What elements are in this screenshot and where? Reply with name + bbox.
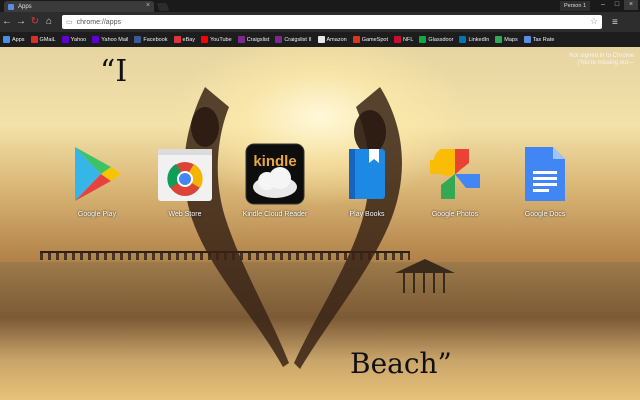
quote-text-top: “I	[100, 54, 128, 89]
bookmark-item[interactable]: Glassdoor	[419, 36, 453, 43]
bookmark-item[interactable]: Apps	[3, 36, 25, 43]
bookmark-label: Craigslist	[246, 36, 270, 43]
bookmark-item[interactable]: eBay	[173, 36, 196, 43]
bookmark-favicon-icon	[61, 36, 69, 43]
bookmark-label: GameSpot	[361, 36, 388, 43]
bookmark-favicon-icon	[495, 36, 503, 43]
tab-close-icon[interactable]: ×	[146, 2, 150, 10]
reload-button[interactable]: ↻	[28, 15, 42, 29]
bookmark-item[interactable]: Tax Rate	[523, 36, 555, 43]
home-button[interactable]: ⌂	[42, 15, 56, 29]
bookmark-favicon-icon	[3, 36, 10, 43]
bookmark-favicon-icon	[30, 36, 38, 43]
profile-button[interactable]: Person 1	[560, 1, 590, 11]
page-icon: ▭	[66, 19, 73, 26]
bookmark-label: YouTube	[210, 36, 232, 43]
google-play-icon	[67, 143, 127, 205]
signin-notice[interactable]: Not signed in to Chrome (You're missing …	[569, 53, 634, 67]
new-tab-button[interactable]	[156, 3, 170, 11]
play-books-icon	[337, 143, 397, 205]
bookmark-item[interactable]: GameSpot	[352, 36, 388, 43]
bookmark-label: Craigslist II	[284, 36, 312, 43]
bookmark-label: Facebook	[143, 36, 168, 43]
signin-line-1: Not signed in to Chrome	[569, 53, 634, 59]
apps-page: “I Beach” Not signed in to Chrome (You'r…	[0, 47, 640, 400]
app-label: Kindle Cloud Reader	[242, 211, 308, 218]
bookmark-favicon-icon	[523, 36, 531, 43]
bookmark-item[interactable]: LinkedIn	[459, 36, 489, 43]
title-bar: Apps × Person 1 – □ ×	[0, 0, 640, 12]
app-label: Web Store	[168, 211, 202, 218]
minimize-button[interactable]: –	[596, 0, 610, 10]
bookmark-favicon-icon	[459, 36, 467, 43]
bookmark-label: Yahoo Mail	[101, 36, 129, 43]
back-button[interactable]: ←	[0, 15, 14, 29]
bookmark-favicon-icon	[352, 36, 360, 43]
bookmark-item[interactable]: Craigslist II	[275, 36, 312, 43]
bookmark-favicon-icon	[275, 36, 283, 43]
app-play-books[interactable]: Play Books	[322, 143, 412, 233]
bookmark-label: Glassdoor	[428, 36, 454, 43]
app-google-play[interactable]: Google Play	[52, 143, 142, 233]
bookmark-item[interactable]: Yahoo Mail	[92, 36, 128, 43]
app-google-docs[interactable]: Google Docs	[500, 143, 590, 233]
bookmark-item[interactable]: NFL	[394, 36, 413, 43]
bookmark-item[interactable]: Yahoo	[61, 36, 87, 43]
app-web-store[interactable]: Web Store	[140, 143, 230, 233]
bookmark-label: Apps	[12, 36, 25, 43]
bookmark-item[interactable]: YouTube	[201, 36, 232, 43]
bookmark-item[interactable]: Craigslist	[237, 36, 270, 43]
bookmark-label: NFL	[403, 36, 414, 43]
bookmark-item[interactable]: Maps	[495, 36, 518, 43]
chrome-menu-button[interactable]: ≡	[612, 17, 618, 28]
bookmark-label: Yahoo	[70, 36, 87, 43]
bookmark-item[interactable]: Facebook	[134, 36, 168, 43]
bookmark-favicon-icon	[201, 36, 209, 43]
tab-title: Apps	[18, 3, 32, 10]
chrome-web-store-icon	[155, 143, 215, 205]
bookmark-label: Tax Rate	[532, 36, 555, 43]
toolbar: ← → ↻ ⌂ ▭ chrome://apps ☆ ≡	[0, 12, 640, 32]
app-google-photos[interactable]: Google Photos	[410, 143, 500, 233]
bookmark-item[interactable]: GMaiL	[30, 36, 56, 43]
bookmark-star-icon[interactable]: ☆	[590, 16, 598, 27]
bookmark-label: Amazon	[326, 36, 347, 43]
address-bar[interactable]: ▭ chrome://apps ☆	[62, 15, 602, 29]
app-label: Google Photos	[431, 211, 479, 218]
bookmark-label: Maps	[504, 36, 518, 43]
bookmark-favicon-icon	[317, 36, 325, 43]
bookmark-label: GMaiL	[39, 36, 56, 43]
address-text[interactable]: chrome://apps	[77, 19, 121, 26]
kindle-icon: kindle	[245, 143, 305, 205]
bookmark-favicon-icon	[173, 36, 181, 43]
app-label: Google Play	[77, 211, 117, 218]
bookmark-label: eBay	[182, 36, 196, 43]
close-window-button[interactable]: ×	[624, 0, 638, 10]
app-kindle-cloud-reader[interactable]: kindle Kindle Cloud Reader	[230, 143, 320, 233]
app-label: Play Books	[349, 211, 385, 218]
bookmark-favicon-icon	[237, 36, 245, 43]
google-photos-icon	[425, 143, 485, 205]
maximize-button[interactable]: □	[610, 0, 624, 10]
app-label: Google Docs	[524, 211, 566, 218]
signin-line-2: (You're missing out—	[577, 60, 634, 66]
kindle-logo-text: kindle	[253, 153, 296, 170]
forward-button[interactable]: →	[14, 15, 28, 29]
apps-grid: Google Play Web Store kindle Kindle Clou…	[0, 143, 640, 233]
bookmark-favicon-icon	[419, 36, 427, 43]
bookmarks-bar: Apps GMaiL Yahoo Yahoo Mail Facebook eBay YouT…	[0, 32, 640, 47]
bookmark-favicon-icon	[134, 36, 142, 43]
bookmark-favicon-icon	[394, 36, 401, 43]
tab-apps[interactable]: Apps ×	[4, 1, 154, 12]
quote-text-bottom: Beach”	[350, 347, 452, 380]
window-controls: – □ ×	[596, 0, 638, 10]
apps-favicon-icon	[8, 3, 14, 10]
bookmark-item[interactable]: Amazon	[317, 36, 347, 43]
bookmark-label: LinkedIn	[468, 36, 490, 43]
bookmark-favicon-icon	[92, 36, 100, 43]
google-docs-icon	[515, 143, 575, 205]
